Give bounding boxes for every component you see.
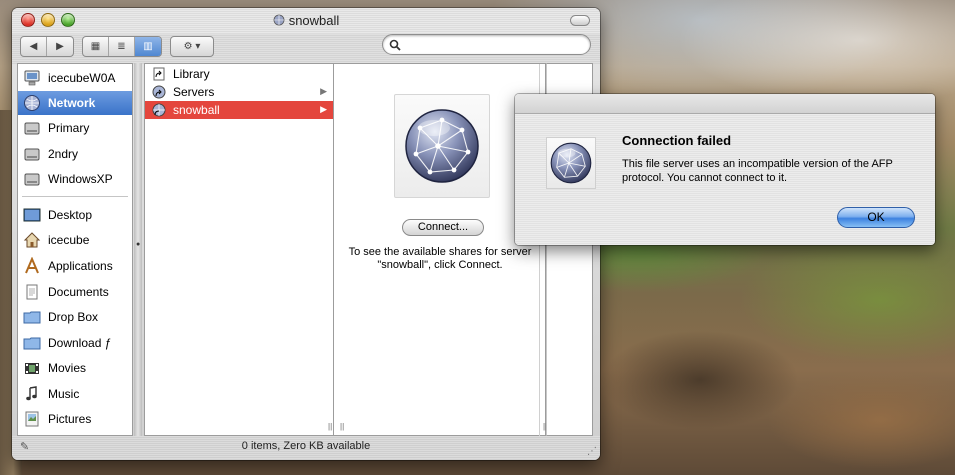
sidebar-item-applications[interactable]: Applications	[18, 254, 132, 278]
action-gear: ⚙ ▾	[171, 37, 213, 56]
documents-icon	[22, 282, 42, 302]
column-item-label: Library	[173, 67, 210, 81]
sidebar-item-label: Network	[48, 96, 96, 110]
connect-button[interactable]: Connect...	[402, 219, 484, 236]
hard-disk-icon	[22, 118, 42, 138]
column-item-snowball[interactable]: snowball ▶	[145, 101, 333, 119]
computer-icon	[22, 68, 42, 88]
connection-failed-alert: Connection failed This file server uses …	[515, 94, 935, 245]
column-view-button[interactable]: ▥	[135, 37, 161, 56]
sidebar-item-label: Movies	[48, 361, 87, 375]
status-bar: ✎ 0 items, Zero KB available ⋰	[12, 436, 600, 460]
browser-content: icecubeW0A Network Primary 2ndry Windows…	[17, 63, 595, 437]
column-resize-grip-icon[interactable]: ||	[340, 422, 344, 431]
sidebar-item-music[interactable]: Music	[18, 382, 132, 406]
search-input[interactable]	[405, 37, 585, 52]
sidebar-item-label: WindowsXP	[48, 172, 113, 186]
column-item-label: snowball	[173, 103, 220, 117]
title-bar[interactable]: snowball	[12, 8, 600, 34]
disclosure-arrow-icon: ▶	[320, 86, 327, 96]
sidebar-splitter[interactable]: ●	[134, 63, 142, 436]
server-alias-icon	[273, 14, 285, 26]
splitter-grip-icon: ●	[136, 241, 141, 248]
finder-window: snowball ◀ ▶ ▦ ≣ ▥ ⚙ ▾ icecubeW0A Networ…	[12, 8, 600, 460]
movies-icon	[22, 358, 42, 378]
column-view-icon: ▥	[143, 41, 153, 52]
view-mode-control: ▦ ≣ ▥	[82, 36, 162, 57]
network-globe-icon	[394, 94, 490, 198]
status-text: 0 items, Zero KB available	[241, 440, 371, 452]
sidebar-item-label: Music	[48, 387, 80, 401]
column-resize-grip-icon[interactable]: ||	[328, 422, 332, 431]
disclosure-arrow-icon: ▶	[320, 104, 327, 114]
back-forward-control: ◀ ▶	[20, 36, 74, 57]
sidebar-item-disk[interactable]: Primary	[18, 116, 132, 140]
window-title-text: snowball	[288, 13, 340, 28]
sidebar: icecubeW0A Network Primary 2ndry Windows…	[17, 63, 133, 436]
sidebar-item-disk[interactable]: WindowsXP	[18, 167, 132, 191]
sidebar-item-label: Applications	[48, 259, 113, 273]
sidebar-item-drop-box[interactable]: Drop Box	[18, 305, 132, 329]
alert-title-bar	[515, 94, 935, 114]
sidebar-item-home[interactable]: icecube	[18, 228, 132, 252]
sidebar-item-pictures[interactable]: Pictures	[18, 407, 132, 431]
sidebar-divider	[22, 196, 128, 197]
back-button[interactable]: ◀	[21, 37, 48, 56]
hard-disk-icon	[22, 144, 42, 164]
sidebar-item-label: icecubeW0A	[48, 71, 116, 85]
column-item-label: Servers	[173, 85, 215, 99]
sidebar-item-label: Primary	[48, 121, 90, 135]
alert-message: This file server uses an incompatible ve…	[622, 158, 893, 184]
sidebar-item-download[interactable]: Download ƒ	[18, 331, 132, 355]
desktop-icon	[22, 205, 42, 225]
applications-icon	[22, 256, 42, 276]
ok-button[interactable]: OK	[837, 207, 915, 228]
back-arrow-icon: ◀	[29, 41, 38, 52]
forward-button[interactable]: ▶	[47, 37, 73, 56]
gear-icon: ⚙ ▾	[183, 41, 201, 52]
sidebar-item-label: icecube	[48, 233, 90, 247]
search-icon	[389, 39, 401, 51]
browser-column: Library Servers ▶ snowball ▶ ||	[144, 63, 334, 436]
toolbar-toggle-button[interactable]	[570, 15, 590, 26]
sidebar-item-label: Drop Box	[48, 310, 99, 324]
alert-title: Connection failed	[622, 133, 732, 148]
music-icon	[22, 384, 42, 404]
pictures-icon	[22, 409, 42, 429]
sidebar-item-label: Download ƒ	[48, 336, 112, 350]
sidebar-item-movies[interactable]: Movies	[18, 356, 132, 380]
column-item-library[interactable]: Library	[145, 65, 333, 83]
icon-view-icon: ▦	[90, 41, 101, 52]
hard-disk-icon	[22, 169, 42, 189]
sidebar-item-computer[interactable]: icecubeW0A	[18, 66, 132, 90]
folder-icon	[22, 307, 42, 327]
home-icon	[22, 230, 42, 250]
resize-grip-icon[interactable]: ⋰	[587, 446, 597, 457]
column-item-servers[interactable]: Servers ▶	[145, 83, 333, 101]
sidebar-item-label: Pictures	[48, 412, 92, 426]
sidebar-item-disk[interactable]: 2ndry	[18, 142, 132, 166]
alias-icon	[151, 66, 167, 82]
list-view-icon: ≣	[117, 41, 126, 52]
forward-arrow-icon: ▶	[56, 41, 64, 52]
folder-icon	[22, 333, 42, 353]
action-menu-button[interactable]: ⚙ ▾	[170, 36, 214, 57]
sidebar-item-network[interactable]: Network	[18, 91, 132, 115]
network-globe-icon	[546, 137, 596, 189]
sidebar-item-label: Documents	[48, 285, 109, 299]
search-field[interactable]	[382, 34, 591, 55]
alias-icon	[151, 84, 167, 100]
sidebar-item-desktop[interactable]: Desktop	[18, 203, 132, 227]
server-icon	[151, 102, 167, 118]
icon-view-button[interactable]: ▦	[83, 37, 109, 56]
connect-instructions: To see the available shares for server "…	[348, 246, 532, 271]
sidebar-item-label: Desktop	[48, 208, 93, 222]
list-view-button[interactable]: ≣	[109, 37, 135, 56]
network-globe-icon	[22, 93, 42, 113]
window-title: snowball	[12, 13, 600, 28]
sidebar-item-label: 2ndry	[48, 147, 79, 161]
sidebar-item-documents[interactable]: Documents	[18, 280, 132, 304]
